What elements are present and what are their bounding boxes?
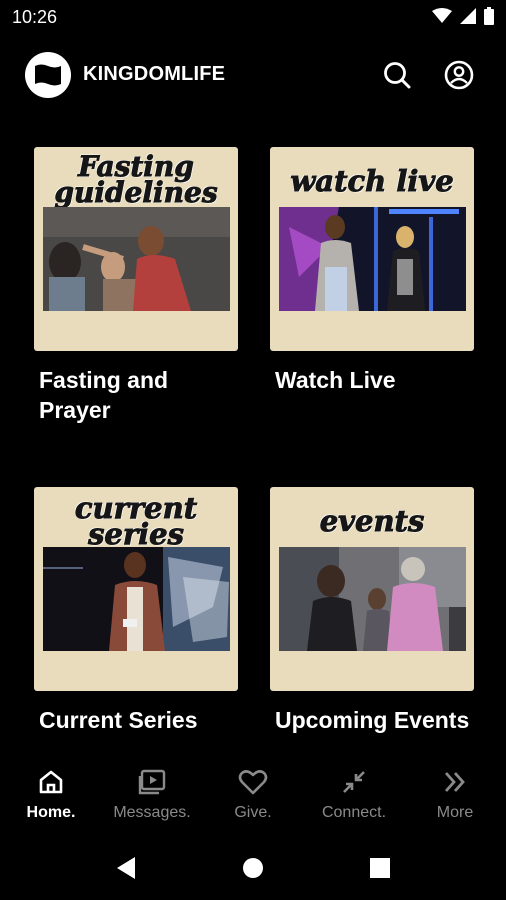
card-title: Fasting and Prayer xyxy=(39,367,169,423)
nav-connect[interactable]: Connect. xyxy=(304,766,404,822)
thumbnail-script-text: events xyxy=(319,504,425,538)
card-upcoming-events[interactable]: events Upcoming Events xyxy=(270,487,474,735)
status-time: 10:26 xyxy=(12,7,58,27)
system-back-button[interactable] xyxy=(110,852,142,884)
nav-home[interactable]: Home. xyxy=(1,766,101,822)
bottom-navigation: Home. Messages. Give. Connect. More xyxy=(0,760,506,830)
system-recents-button[interactable] xyxy=(364,852,396,884)
search-icon xyxy=(384,62,411,89)
card-thumbnail: watch live xyxy=(270,147,474,351)
card-title: Current Series xyxy=(39,707,198,733)
card-current-series[interactable]: current series Current Series xyxy=(34,487,238,735)
nav-give[interactable]: Give. xyxy=(203,766,303,822)
app-logo[interactable] xyxy=(25,52,71,98)
card-title: Upcoming Events xyxy=(275,707,470,733)
thumbnail-photo xyxy=(279,547,466,651)
card-title: Watch Live xyxy=(275,367,396,393)
wifi-icon xyxy=(432,8,452,23)
nav-label: Home. xyxy=(26,804,76,821)
home-circle-icon xyxy=(243,858,263,878)
heart-icon xyxy=(238,770,268,795)
system-navigation-bar xyxy=(0,836,506,900)
card-thumbnail: events xyxy=(270,487,474,691)
nav-label: Messages. xyxy=(113,804,191,821)
home-icon xyxy=(39,770,63,794)
thumbnail-script-text: current series xyxy=(74,491,198,551)
status-icons xyxy=(432,7,494,25)
video-library-icon xyxy=(138,769,166,795)
nav-label: Give. xyxy=(234,804,272,821)
nav-messages[interactable]: Messages. xyxy=(102,766,202,822)
account-circle-icon xyxy=(444,60,474,90)
status-bar: 10:26 xyxy=(0,0,506,36)
app-header: KINGDOMLIFE xyxy=(0,48,506,104)
thumbnail-photo xyxy=(279,207,466,311)
connect-arrows-icon xyxy=(343,771,365,793)
thumbnail-photo xyxy=(43,207,230,311)
nav-label: Connect. xyxy=(321,804,387,821)
back-triangle-icon xyxy=(117,857,135,879)
card-thumbnail: Fasting guidelines xyxy=(34,147,238,351)
card-watch-live[interactable]: watch live Watch Live xyxy=(270,147,474,395)
search-button[interactable] xyxy=(380,58,414,92)
recents-square-icon xyxy=(370,858,390,878)
nav-label: More xyxy=(436,804,474,821)
double-chevron-icon xyxy=(444,772,465,792)
battery-icon xyxy=(484,7,494,25)
system-home-button[interactable] xyxy=(237,852,269,884)
thumbnail-script-text: watch live xyxy=(290,164,454,198)
nav-more[interactable]: More xyxy=(405,766,505,822)
app-title: KINGDOMLIFE xyxy=(83,63,226,85)
card-fasting-and-prayer[interactable]: Fasting guidelines Fasting and Prayer xyxy=(34,147,238,425)
thumbnail-photo xyxy=(43,547,230,651)
cellular-signal-icon xyxy=(460,8,476,24)
profile-button[interactable] xyxy=(442,58,476,92)
card-thumbnail: current series xyxy=(34,487,238,691)
thumbnail-script-text: Fasting guidelines xyxy=(54,150,218,209)
flag-logo-icon xyxy=(35,64,61,86)
